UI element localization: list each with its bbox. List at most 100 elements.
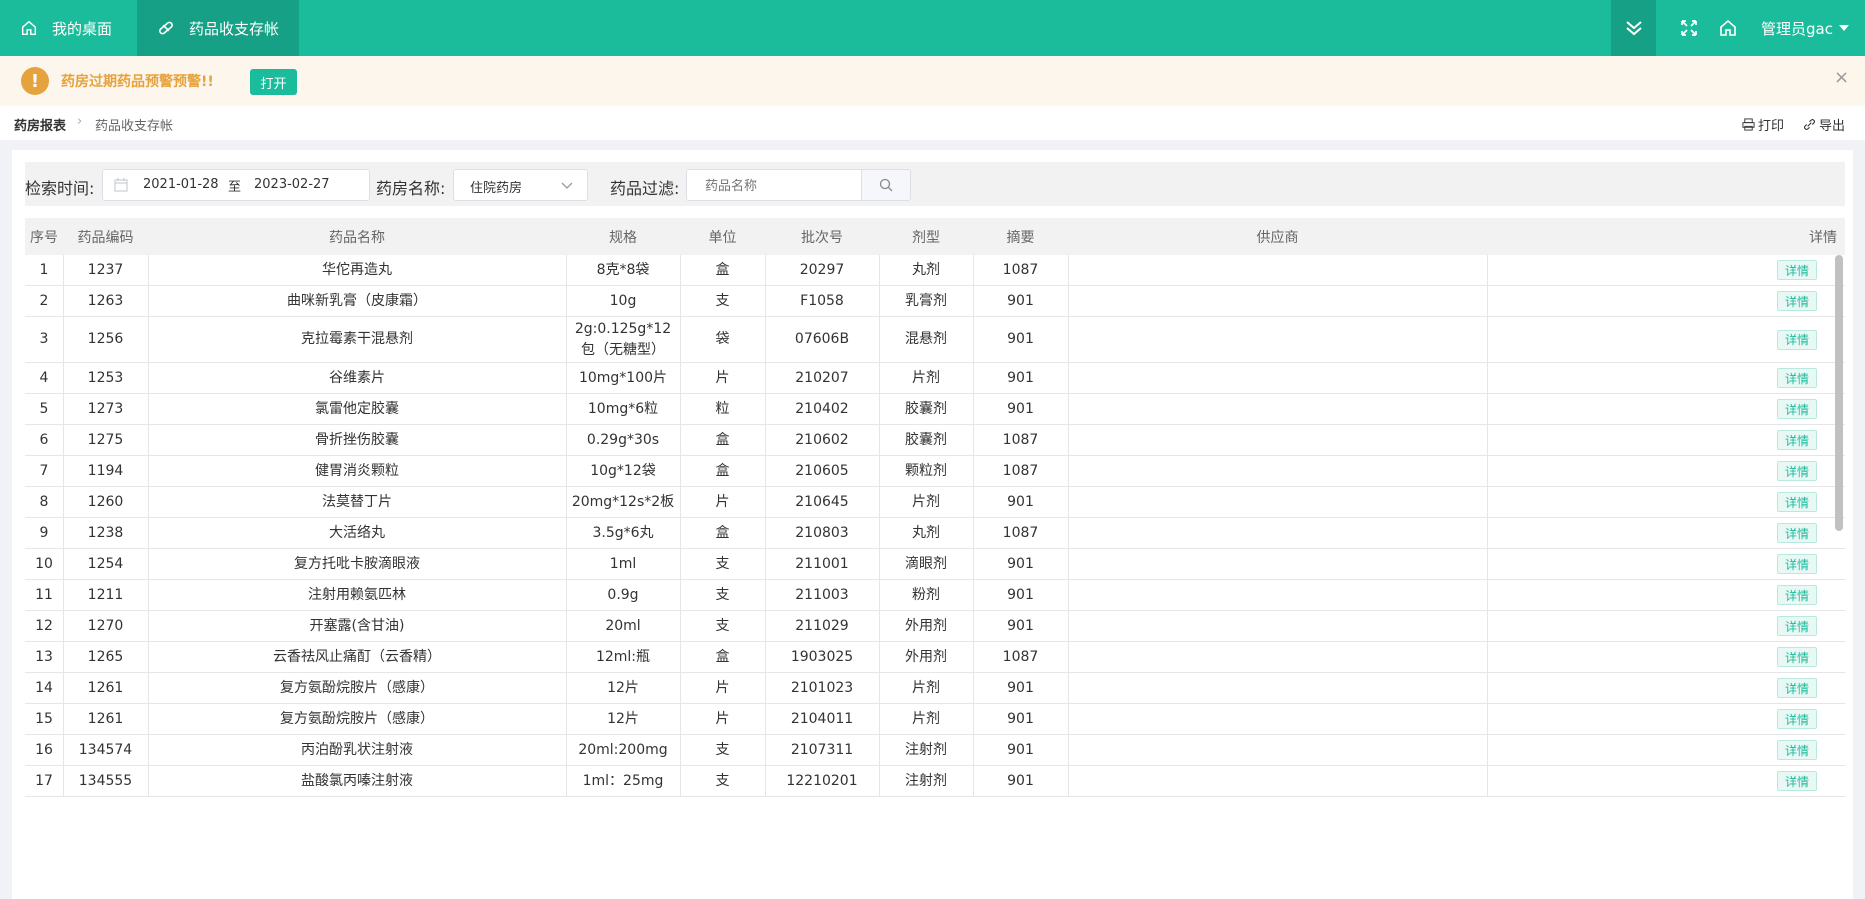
header-detail: 详情 — [1809, 229, 1837, 246]
detail-button[interactable]: 详情 — [1777, 616, 1817, 636]
export-button[interactable]: 导出 — [1803, 115, 1845, 134]
detail-button[interactable]: 详情 — [1777, 329, 1817, 350]
double-chevron-down-icon — [1625, 21, 1642, 36]
table-row[interactable]: 11 1211 注射用赖氨匹林 0.9g 支 211003 粉剂 901 详情 — [25, 580, 1845, 611]
cell-index: 17 — [35, 772, 53, 789]
chevron-down-icon — [561, 182, 573, 189]
table-row[interactable]: 15 1261 复方氨酚烷胺片（感康） 12片 片 2104011 片剂 901 详情 — [25, 704, 1845, 735]
header-index: 序号 — [30, 229, 58, 246]
column-divider — [1487, 642, 1488, 672]
cell-code: 1256 — [87, 331, 124, 347]
header-form: 剂型 — [912, 229, 940, 246]
table-row[interactable]: 2 1263 曲咪新乳膏（皮康霜） 10g 支 F1058 乳膏剂 901 详情 — [25, 286, 1845, 317]
detail-button[interactable]: 详情 — [1777, 740, 1817, 760]
detail-button[interactable]: 详情 — [1777, 368, 1817, 388]
warning-icon: ! — [21, 67, 49, 95]
cell-code: 1260 — [87, 493, 124, 510]
cell-name: 法莫替丁片 — [322, 493, 392, 510]
cell-spec: 0.9g — [607, 586, 639, 603]
table-row[interactable]: 6 1275 骨折挫伤胶囊 0.29g*30s 盒 210602 胶囊剂 1087 详情 — [25, 425, 1845, 456]
cell-unit: 支 — [715, 741, 730, 758]
tab-my-desktop[interactable]: 我的桌面 — [20, 0, 136, 56]
table-row[interactable]: 1 1237 华佗再造丸 8克*8袋 盒 20297 丸剂 1087 详情 — [25, 255, 1845, 286]
cell-summary: 901 — [1007, 292, 1034, 309]
cell-supplier — [1068, 766, 1487, 796]
column-divider — [1487, 549, 1488, 579]
detail-button[interactable]: 详情 — [1777, 291, 1817, 311]
table-row[interactable]: 16 134574 丙泊酚乳状注射液 20ml:200mg 支 2107311 注射剂 901… — [25, 735, 1845, 766]
table-scrollbar[interactable] — [1835, 255, 1843, 531]
print-button[interactable]: 打印 — [1742, 115, 1784, 134]
drug-filter-label: 药品过滤: — [610, 179, 680, 198]
detail-button[interactable]: 详情 — [1777, 647, 1817, 667]
cell-supplier — [1068, 642, 1487, 672]
cell-unit: 盒 — [715, 261, 730, 278]
cell-form: 片剂 — [912, 493, 940, 510]
table-row[interactable]: 9 1238 大活络丸 3.5g*6丸 盒 210803 丸剂 1087 详情 — [25, 518, 1845, 549]
table-row[interactable]: 17 134555 盐酸氯丙嗪注射液 1ml：25mg 支 12210201 注射剂 901 详… — [25, 766, 1845, 797]
cell-batch: 07606B — [794, 331, 850, 347]
table-row[interactable]: 13 1265 云香祛风止痛酊（云香精） 12ml:瓶 盒 1903025 外用剂 1087 详… — [25, 642, 1845, 673]
cell-name: 曲咪新乳膏（皮康霜） — [287, 292, 427, 309]
detail-button[interactable]: 详情 — [1777, 771, 1817, 791]
detail-button[interactable]: 详情 — [1777, 523, 1817, 543]
header-supplier: 供应商 — [1256, 229, 1299, 246]
column-divider — [1487, 394, 1488, 424]
table-row[interactable]: 14 1261 复方氨酚烷胺片（感康） 12片 片 2101023 片剂 901 详情 — [25, 673, 1845, 704]
cell-index: 10 — [35, 555, 53, 572]
search-icon — [879, 178, 893, 192]
table-row[interactable]: 3 1256 克拉霉素干混悬剂 2g:0.125g*12包（无糖型） 袋 07606B 混悬… — [25, 317, 1845, 363]
cell-form: 片剂 — [912, 369, 940, 386]
open-button[interactable]: 打开 — [250, 69, 297, 95]
cell-supplier — [1068, 255, 1487, 285]
home-icon[interactable] — [1718, 18, 1738, 38]
user-menu[interactable]: 管理员gac — [1761, 0, 1849, 56]
export-label: 导出 — [1819, 119, 1846, 134]
drug-name-input[interactable] — [686, 169, 862, 201]
tabs-dropdown-button[interactable] — [1611, 0, 1656, 56]
start-date[interactable]: 2021-01-28 — [143, 177, 219, 192]
tab-drug-ledger[interactable]: 药品收支存帐 — [137, 0, 299, 56]
close-icon[interactable]: × — [1834, 67, 1849, 88]
cell-supplier — [1068, 611, 1487, 641]
detail-button[interactable]: 详情 — [1777, 585, 1817, 605]
cell-code: 1261 — [87, 679, 124, 696]
cell-form: 胶囊剂 — [905, 431, 947, 448]
cell-index: 13 — [35, 648, 53, 665]
detail-button[interactable]: 详情 — [1777, 554, 1817, 574]
table-row[interactable]: 8 1260 法莫替丁片 20mg*12s*2板 片 210645 片剂 901 详情 — [25, 487, 1845, 518]
cell-name: 克拉霉素干混悬剂 — [301, 331, 413, 347]
date-range-picker[interactable]: 2021-01-28 至 2023-02-27 — [102, 169, 370, 201]
fullscreen-icon[interactable] — [1679, 18, 1699, 38]
cell-batch: 210602 — [795, 431, 849, 448]
header-name: 药品名称 — [329, 229, 385, 246]
detail-button[interactable]: 详情 — [1777, 430, 1817, 450]
cell-batch: F1058 — [800, 292, 844, 309]
breadcrumb-current: 药品收支存帐 — [95, 119, 174, 134]
cell-summary: 901 — [1007, 710, 1034, 727]
table-row[interactable]: 12 1270 开塞露(含甘油) 20ml 支 211029 外用剂 901 详情 — [25, 611, 1845, 642]
detail-button[interactable]: 详情 — [1777, 461, 1817, 481]
detail-button[interactable]: 详情 — [1777, 709, 1817, 729]
cell-name: 氯雷他定胶囊 — [315, 400, 399, 417]
table-row[interactable]: 5 1273 氯雷他定胶囊 10mg*6粒 粒 210402 胶囊剂 901 详情 — [25, 394, 1845, 425]
detail-button[interactable]: 详情 — [1777, 492, 1817, 512]
search-button[interactable] — [861, 169, 911, 201]
end-date[interactable]: 2023-02-27 — [254, 177, 330, 192]
cell-summary: 1087 — [1002, 261, 1039, 278]
table-row[interactable]: 4 1253 谷维素片 10mg*100片 片 210207 片剂 901 详情 — [25, 363, 1845, 394]
cell-spec: 1ml — [609, 555, 637, 572]
cell-supplier — [1068, 580, 1487, 610]
table-row[interactable]: 7 1194 健胃消炎颗粒 10g*12袋 盒 210605 颗粒剂 1087 详情 — [25, 456, 1845, 487]
detail-button[interactable]: 详情 — [1777, 260, 1817, 280]
pharmacy-select[interactable]: 住院药房 — [453, 169, 588, 201]
breadcrumb-parent[interactable]: 药房报表 — [14, 115, 66, 134]
cell-spec: 20ml — [605, 617, 641, 634]
table-row[interactable]: 10 1254 复方托吡卡胺滴眼液 1ml 支 211001 滴眼剂 901 详情 — [25, 549, 1845, 580]
expiry-alert: ! 药房过期药品预警预警!! 打开 × — [0, 56, 1865, 106]
cell-index: 6 — [39, 431, 49, 448]
detail-button[interactable]: 详情 — [1777, 399, 1817, 419]
detail-button[interactable]: 详情 — [1777, 678, 1817, 698]
link-icon — [1803, 118, 1816, 131]
cell-form: 片剂 — [912, 710, 940, 727]
